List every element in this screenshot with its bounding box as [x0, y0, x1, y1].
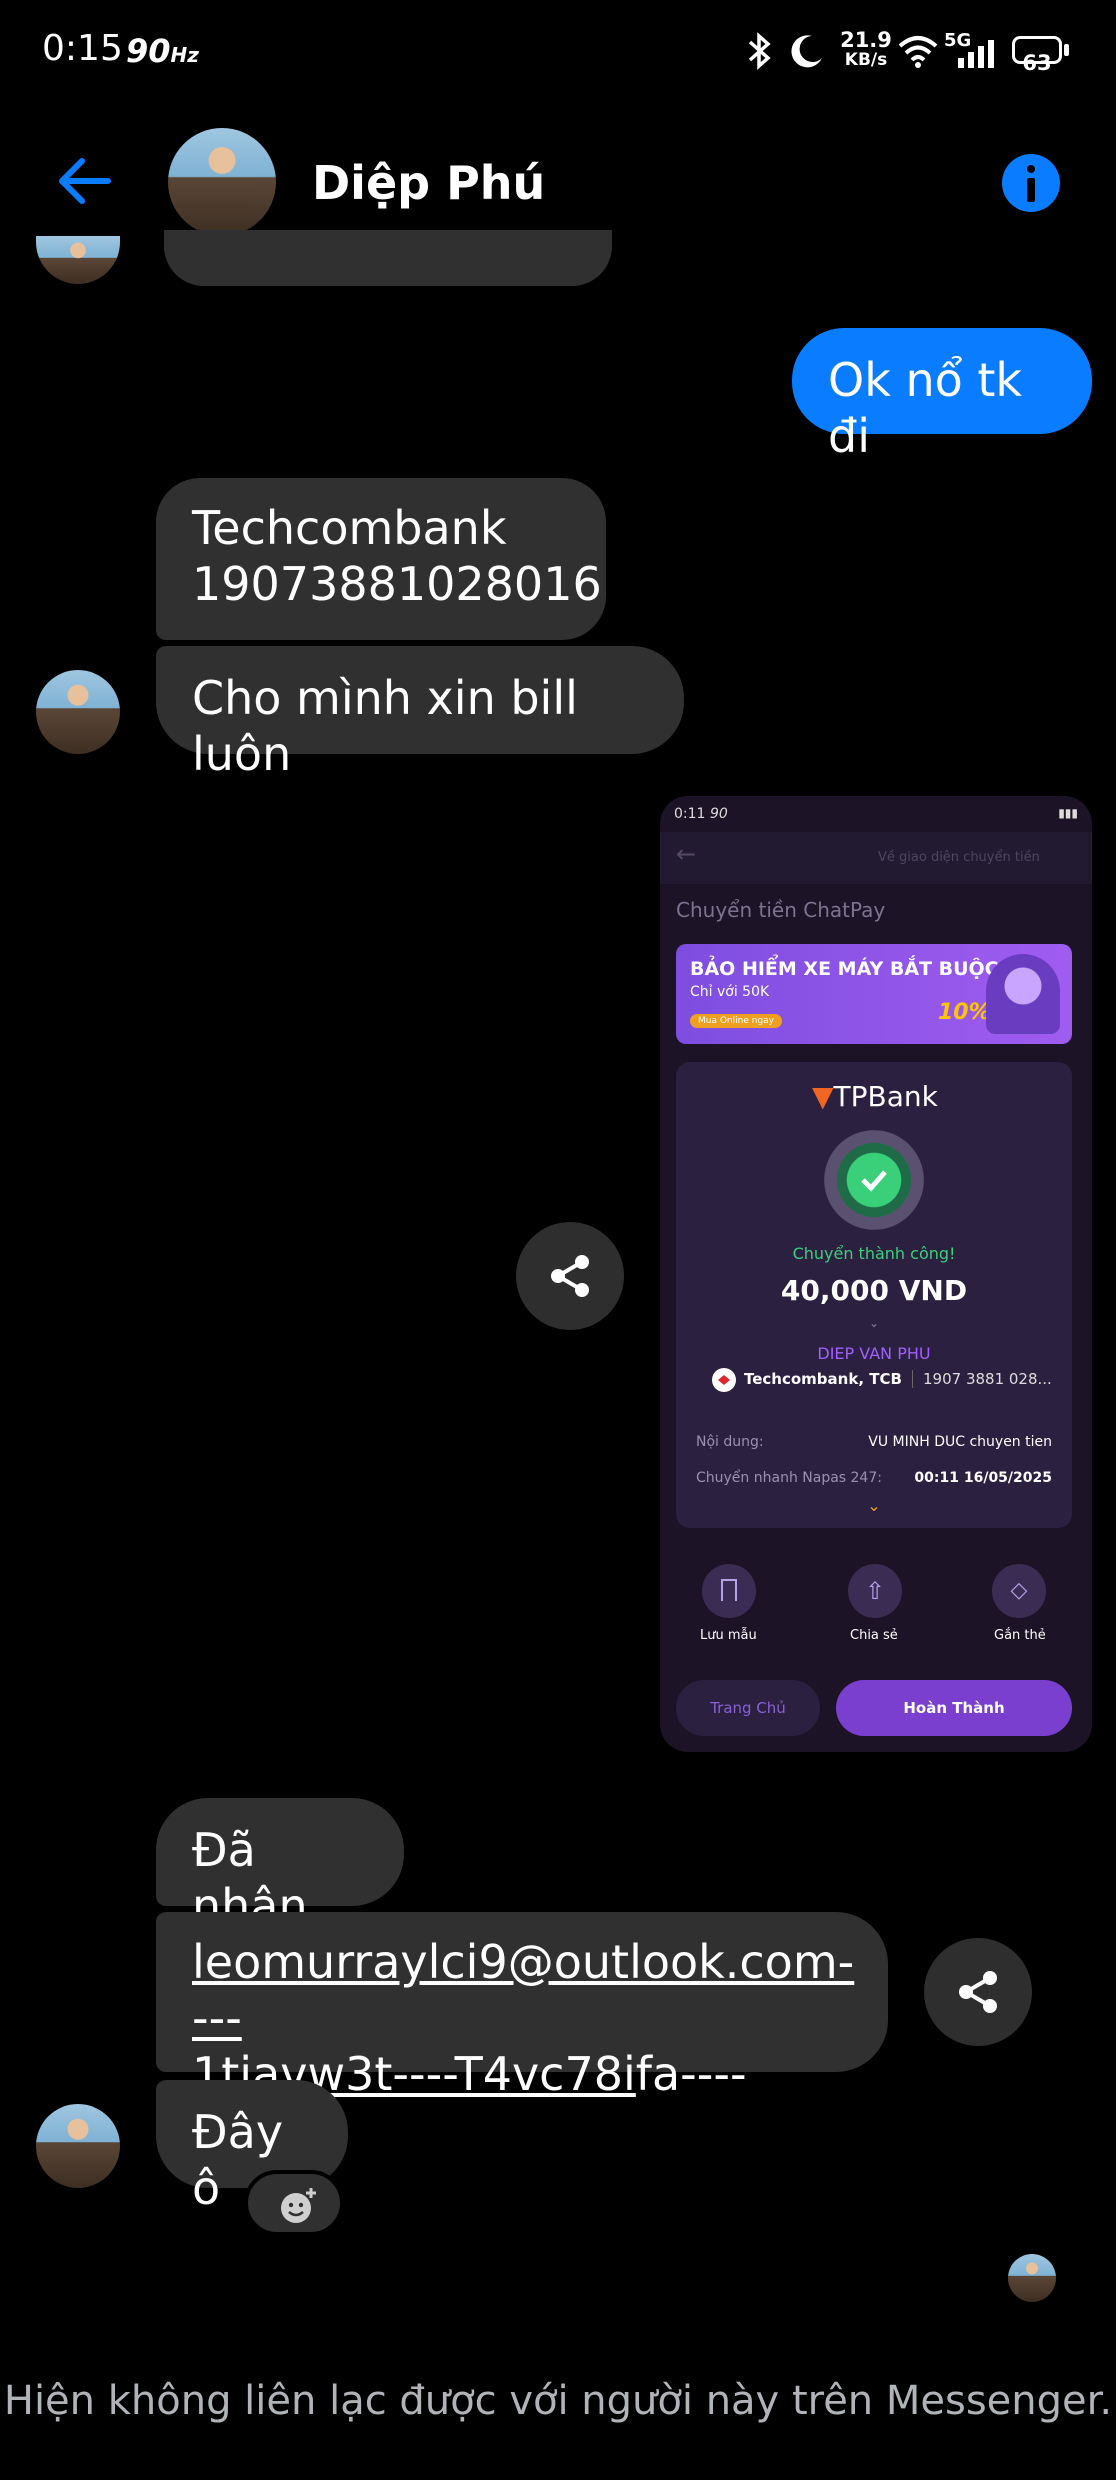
message-in[interactable]: Cho mình xin bill luôn	[156, 646, 684, 781]
contact-avatar[interactable]	[168, 128, 276, 236]
receipt-refresh: 90	[710, 806, 728, 822]
message-in[interactable]: Techcombank 19073881028016	[156, 478, 606, 640]
success-check-icon	[824, 1130, 924, 1230]
content-value: VU MINH DUC chuyen tien	[868, 1434, 1052, 1450]
add-reaction-button[interactable]	[244, 2170, 344, 2236]
bank-name: Techcombank, TCB	[744, 1370, 902, 1388]
message-in[interactable]: Đã nhận	[156, 1798, 404, 1933]
share-image-button[interactable]	[516, 1222, 624, 1330]
receipt-card: ▼TPBank Chuyển thành công! 40,000 VND ⌄ …	[676, 1062, 1072, 1528]
status-time: 0:15	[42, 28, 123, 69]
seen-avatar	[1008, 2254, 1056, 2302]
sender-avatar-partial	[36, 236, 120, 284]
battery-level: 63	[1022, 51, 1052, 75]
receipt-time: 0:11	[674, 806, 706, 822]
success-text: Chuyển thành công!	[792, 1244, 956, 1263]
net-speed: 21.9 KB/s	[840, 28, 892, 71]
battery-icon: 63	[1012, 36, 1062, 74]
napas-value: 00:11 16/05/2025	[914, 1470, 1052, 1486]
previous-message-bubble	[164, 230, 612, 286]
chevron-down-icon: ⌄	[867, 1496, 881, 1515]
amount: 40,000 VND	[780, 1274, 968, 1307]
tag-icon: ◇	[992, 1564, 1046, 1618]
action-tag-label: Gắn thẻ	[994, 1628, 1046, 1643]
scooter-icon	[986, 954, 1060, 1034]
expand-icon: ⌄	[868, 1316, 880, 1330]
status-bar: 0:15 90Hz 21.9 KB/s 5G 63	[0, 0, 1116, 100]
recipient-name: DIEP VAN PHU	[817, 1344, 931, 1363]
receipt-status-icons: ▮▮▮	[1058, 806, 1078, 820]
back-arrow-icon[interactable]	[54, 156, 112, 206]
message-in-link[interactable]: leomurraylci9@outlook.com---- 1tjavw3t--…	[156, 1912, 888, 2101]
save-template-icon	[702, 1564, 756, 1618]
receipt-back-icon: ←	[676, 840, 697, 868]
info-icon[interactable]	[1002, 154, 1060, 212]
moon-icon	[791, 35, 822, 68]
sender-avatar[interactable]	[36, 670, 120, 754]
receipt-switch-ui: Về giao diện chuyển tiền	[878, 850, 1040, 865]
action-share-label: Chia sẻ	[850, 1628, 898, 1643]
home-button: Trang Chủ	[676, 1680, 820, 1736]
refresh-rate: 90Hz	[126, 32, 199, 70]
receipt-banner: BẢO HIỂM XE MÁY BẮT BUỘC Chỉ với 50K Mua…	[676, 944, 1072, 1044]
share-icon	[551, 1255, 589, 1297]
battery-tip	[1064, 44, 1069, 56]
bluetooth-icon	[748, 32, 771, 70]
share-receipt-icon: ⇧	[848, 1564, 902, 1618]
message-out[interactable]: Ok nổ tk đi	[792, 328, 1092, 463]
napas-label: Chuyển nhanh Napas 247:	[696, 1470, 882, 1486]
wifi-icon	[898, 36, 938, 68]
smiley-plus-icon	[281, 2188, 316, 2223]
receipt-image[interactable]: 0:11 90 ▮▮▮ ← Về giao diện chuyển tiền C…	[660, 796, 1092, 1752]
share-icon	[959, 1971, 997, 2013]
action-save-label: Lưu mẫu	[700, 1628, 757, 1643]
unavailable-notice: Hiện không liên lạc được với người này t…	[3, 2378, 1113, 2424]
receipt-title: Chuyển tiền ChatPay	[676, 898, 886, 922]
tpbank-logo: ▼TPBank	[812, 1080, 938, 1113]
done-button: Hoàn Thành	[836, 1680, 1072, 1736]
content-label: Nội dung:	[696, 1434, 764, 1450]
techcombank-logo	[712, 1368, 736, 1392]
sender-avatar[interactable]	[36, 2104, 120, 2188]
share-message-button[interactable]	[924, 1938, 1032, 2046]
signal-icon	[958, 40, 994, 68]
account-number: 1907 3881 028...	[912, 1370, 1052, 1388]
message-link-line1[interactable]: leomurraylci9@outlook.com----	[192, 1934, 854, 2046]
contact-name[interactable]: Diệp Phú	[312, 156, 545, 210]
